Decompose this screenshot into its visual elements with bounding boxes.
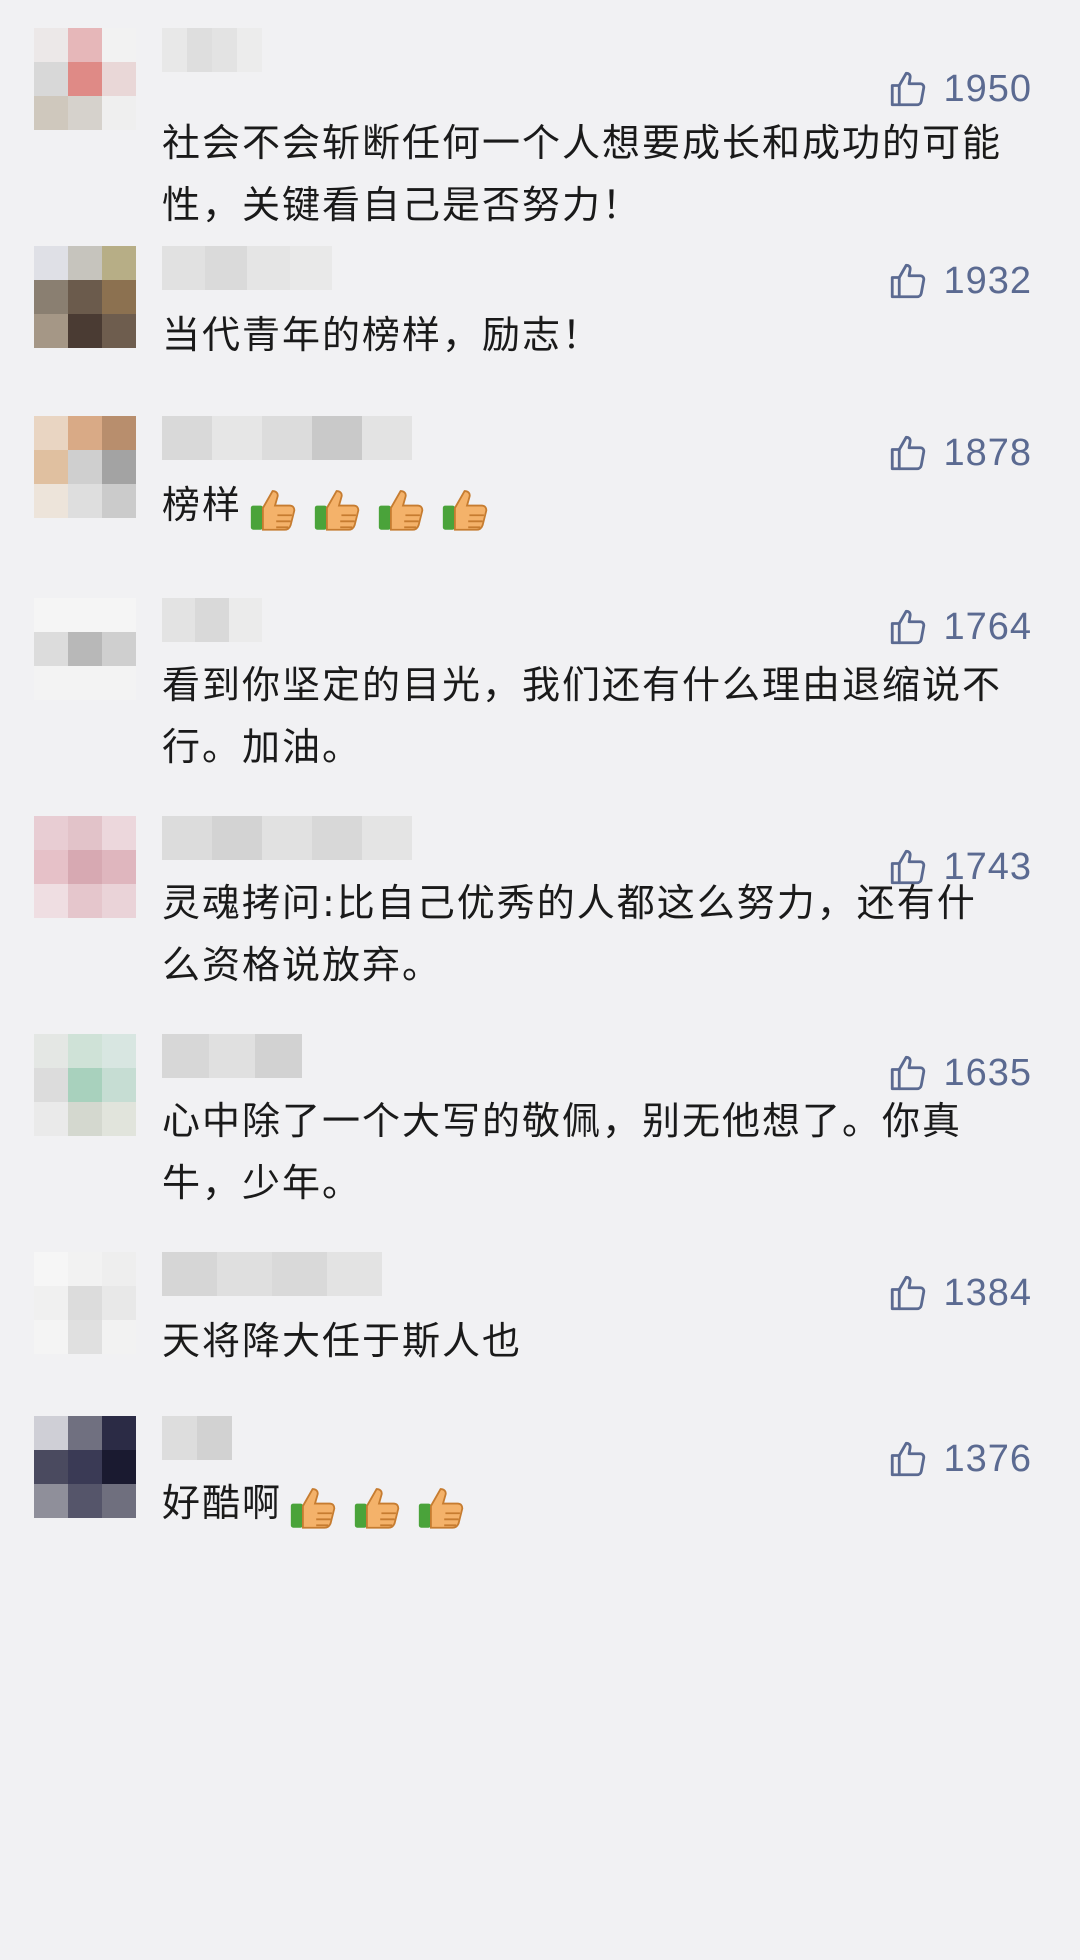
comment-text: 灵魂拷问:比自己优秀的人都这么努力，还有什么资格说放弃。 <box>162 872 1002 996</box>
comment-text: 榜样 <box>162 474 1002 537</box>
comment-text-content: 好酷啊 <box>162 1481 283 1525</box>
emoji-row <box>286 1477 472 1535</box>
avatar[interactable] <box>34 1034 136 1136</box>
like-count: 1878 <box>943 431 1032 474</box>
comment-text-content: 心中除了一个大写的敬佩，别无他想了。你真牛，少年。 <box>162 1099 963 1205</box>
avatar[interactable] <box>34 816 136 918</box>
nickname-blurred[interactable] <box>162 416 412 460</box>
like-button[interactable]: 1932 <box>887 256 1032 306</box>
comment-text: 天将降大任于斯人也 <box>162 1310 1002 1372</box>
nickname-blurred[interactable] <box>162 1034 303 1078</box>
avatar[interactable] <box>34 246 136 348</box>
avatar[interactable] <box>34 1416 136 1518</box>
thumbs-up-emoji-icon <box>374 479 432 537</box>
comment-text: 看到你坚定的目光，我们还有什么理由退缩说不行。加油。 <box>162 654 1002 778</box>
thumbs-up-icon <box>887 1272 929 1314</box>
comment-text: 社会不会斩断任何一个人想要成长和成功的可能性，关键看自己是否努力！ <box>162 112 1002 236</box>
comment-text-content: 灵魂拷问:比自己优秀的人都这么努力，还有什么资格说放弃。 <box>162 881 977 987</box>
comment-text-content: 榜样 <box>162 483 243 527</box>
comment-text: 当代青年的榜样，励志！ <box>162 304 1002 366</box>
nickname-blurred[interactable] <box>162 598 262 642</box>
nickname-blurred[interactable] <box>162 246 332 290</box>
avatar[interactable] <box>34 1252 136 1354</box>
like-count: 1764 <box>943 605 1032 648</box>
thumbs-up-icon <box>887 432 929 474</box>
thumbs-up-icon <box>887 68 929 110</box>
like-count: 1950 <box>943 67 1032 110</box>
comment-text: 心中除了一个大写的敬佩，别无他想了。你真牛，少年。 <box>162 1090 1002 1214</box>
thumbs-up-emoji-icon <box>310 479 368 537</box>
comment-text-content: 看到你坚定的目光，我们还有什么理由退缩说不行。加油。 <box>162 663 1003 769</box>
thumbs-up-icon <box>887 1052 929 1094</box>
like-count: 1932 <box>943 259 1032 302</box>
like-button[interactable]: 1878 <box>887 428 1032 478</box>
comment-text-content: 天将降大任于斯人也 <box>162 1319 523 1363</box>
nickname-blurred[interactable] <box>162 1416 232 1460</box>
comment-text-content: 社会不会斩断任何一个人想要成长和成功的可能性，关键看自己是否努力！ <box>162 121 1003 227</box>
thumbs-up-emoji-icon <box>286 1477 344 1535</box>
emoji-row <box>246 479 496 537</box>
nickname-blurred[interactable] <box>162 816 412 860</box>
like-button[interactable]: 1764 <box>887 602 1032 652</box>
like-button[interactable]: 1950 <box>887 64 1032 114</box>
thumbs-up-emoji-icon <box>414 1477 472 1535</box>
comment-text: 好酷啊 <box>162 1472 1002 1535</box>
like-count: 1635 <box>943 1051 1032 1094</box>
thumbs-up-icon <box>887 606 929 648</box>
thumbs-up-emoji-icon <box>438 479 496 537</box>
comment-text-content: 当代青年的榜样，励志！ <box>162 313 603 357</box>
avatar[interactable] <box>34 598 136 700</box>
like-count: 1384 <box>943 1271 1032 1314</box>
nickname-blurred[interactable] <box>162 1252 382 1296</box>
thumbs-up-emoji-icon <box>350 1477 408 1535</box>
avatar[interactable] <box>34 28 136 130</box>
avatar[interactable] <box>34 416 136 518</box>
thumbs-up-icon <box>887 260 929 302</box>
nickname-blurred[interactable] <box>162 28 262 72</box>
thumbs-up-emoji-icon <box>246 479 304 537</box>
